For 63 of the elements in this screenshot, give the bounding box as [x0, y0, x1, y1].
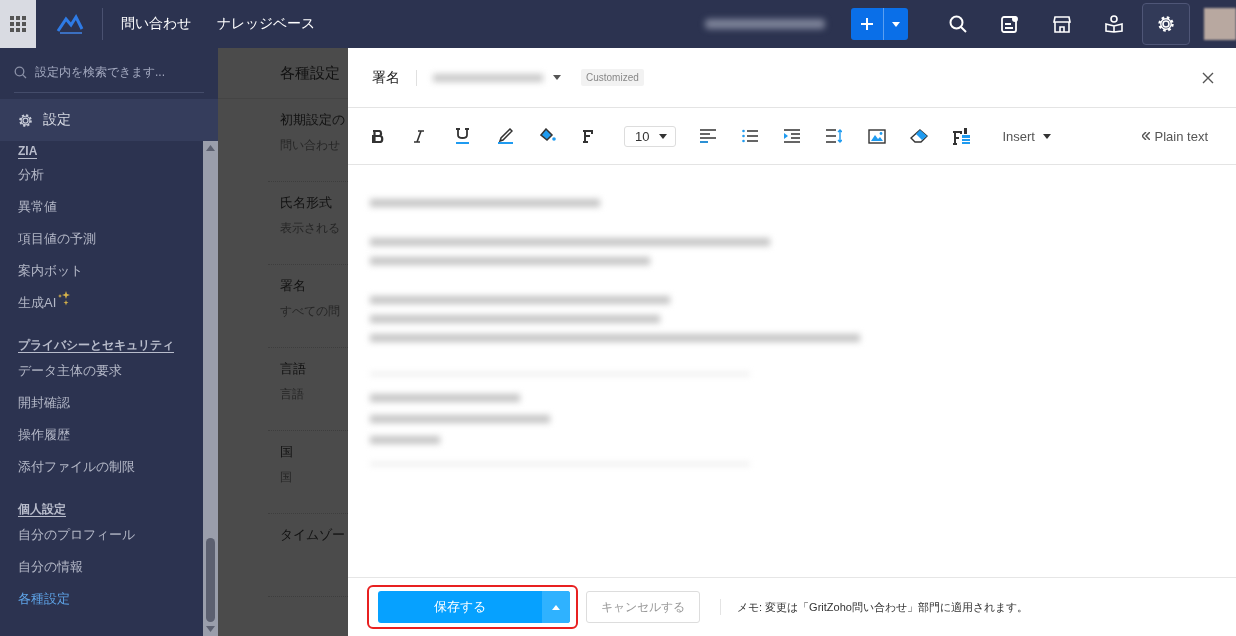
search-field[interactable]: 設定内を検索できます... — [35, 65, 195, 79]
sidebar-item[interactable]: 添付ファイルの制限 — [18, 451, 203, 483]
app-grid-button[interactable] — [0, 0, 36, 48]
caret-icon — [892, 21, 900, 27]
add-button[interactable] — [851, 8, 908, 40]
sparkle-icon — [57, 291, 71, 307]
paint-bucket-icon — [540, 128, 556, 144]
section-heading: プライバシーとセキュリティ — [18, 338, 174, 353]
nav-link[interactable]: ナレッジベース — [217, 15, 315, 33]
plain-text-button[interactable]: Plain text — [1141, 128, 1208, 144]
notes-icon[interactable] — [1001, 15, 1019, 33]
sidebar-item[interactable]: 開封確認 — [18, 387, 203, 419]
search-icon[interactable] — [949, 15, 967, 33]
sidebar-item[interactable]: 自分のプロフィール — [18, 519, 203, 551]
scrollbar[interactable] — [203, 141, 218, 636]
caret-icon — [553, 75, 561, 80]
book-reader-icon[interactable] — [1105, 15, 1123, 33]
settings-header[interactable]: 設定 — [0, 99, 218, 141]
sidebar-item[interactable]: 生成AI — [18, 287, 203, 319]
image-icon — [868, 128, 887, 144]
font-icon — [582, 129, 593, 143]
status-tag: Customized — [581, 69, 644, 86]
section-heading: ZIA — [18, 144, 38, 159]
bold-icon — [372, 129, 384, 143]
italic-icon — [414, 129, 424, 143]
settings-icon — [1157, 15, 1175, 33]
double-chevron-icon — [1141, 132, 1150, 140]
settings-icon — [18, 112, 33, 128]
settings-button[interactable] — [1142, 3, 1190, 45]
drawer-title: 署名 — [372, 68, 400, 87]
underline-icon — [456, 128, 469, 144]
nav-link[interactable]: 問い合わせ — [121, 15, 191, 33]
insert-menu[interactable]: Insert — [1002, 128, 1051, 144]
format-painter-icon — [952, 127, 973, 145]
sidebar-item[interactable]: 操作履歴 — [18, 419, 203, 451]
caret-icon — [1043, 133, 1051, 139]
sidebar-item[interactable]: 分析 — [18, 159, 203, 191]
sidebar-item[interactable]: 項目値の予測 — [18, 223, 203, 255]
sidebar-item[interactable]: 案内ボット — [18, 255, 203, 287]
grid-icon — [10, 16, 26, 32]
sidebar-item[interactable]: 自分の情報 — [18, 551, 203, 583]
settings-header-label: 設定 — [43, 111, 71, 129]
font-size-select[interactable]: 10 — [624, 125, 677, 147]
note-text: メモ: 変更は「GritZoho問い合わせ」部門に適用されます。 — [737, 599, 1028, 615]
sidebar-item[interactable]: データ主体の要求 — [18, 355, 203, 387]
search-icon — [14, 65, 27, 79]
eraser-icon — [910, 128, 929, 144]
align-left-icon — [700, 129, 717, 143]
section-heading: 個人設定 — [18, 502, 66, 517]
caret-icon — [659, 133, 668, 139]
indent-icon — [784, 129, 801, 143]
logo-icon — [56, 13, 86, 35]
scrollbar-thumb[interactable] — [206, 538, 215, 622]
pen-icon — [498, 128, 513, 144]
close-icon[interactable] — [1202, 71, 1214, 84]
store-icon[interactable] — [1053, 15, 1071, 33]
line-height-icon — [826, 129, 843, 143]
caret-up-icon — [552, 604, 560, 610]
list-icon — [742, 129, 759, 143]
sidebar-item[interactable]: 各種設定 — [18, 583, 203, 615]
plus-icon — [861, 18, 873, 30]
blurred-text — [370, 436, 440, 444]
sidebar-item[interactable]: 異常値 — [18, 191, 203, 223]
